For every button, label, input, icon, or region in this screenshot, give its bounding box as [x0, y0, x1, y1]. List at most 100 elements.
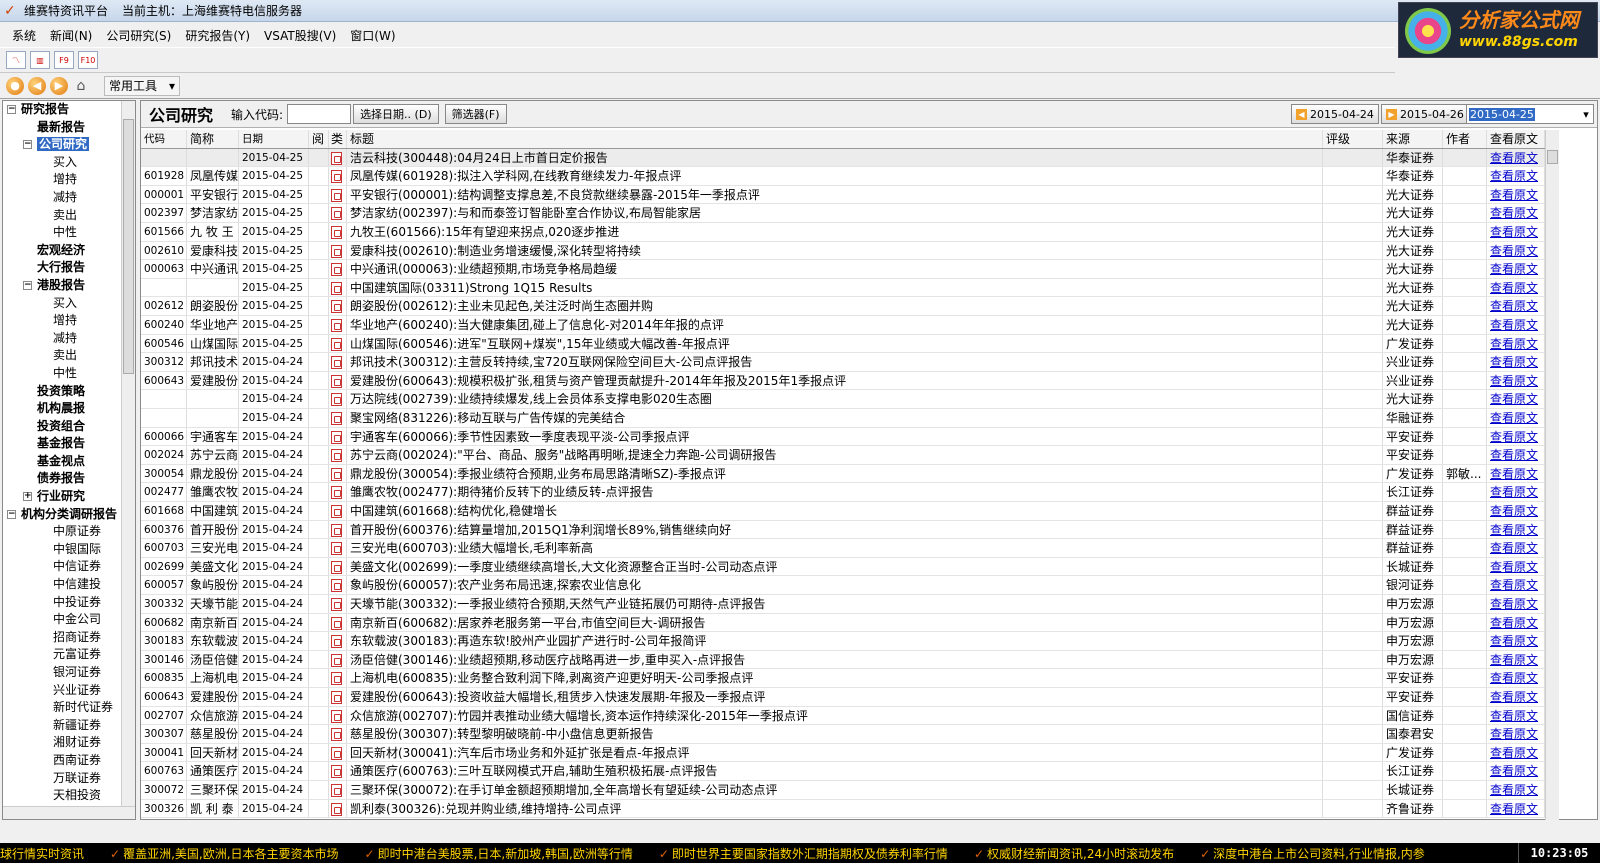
menu-research-reports[interactable]: 研究报告(Y): [185, 27, 250, 44]
column-header[interactable]: 类: [329, 130, 347, 148]
table-row[interactable]: 600546 山煤国际 2015-04-25 山煤国际(600546):进军"互联网+…: [141, 334, 1545, 354]
tree-item[interactable]: 中银国际: [3, 541, 121, 559]
collapse-icon[interactable]: −: [7, 105, 16, 114]
column-header[interactable]: 作者: [1443, 130, 1487, 148]
tree-item[interactable]: − 机构分类调研报告: [3, 506, 121, 524]
tree-item[interactable]: 大行报告: [3, 259, 121, 277]
tree-item[interactable]: 投资组合: [3, 418, 121, 436]
sidebar-scrollbar[interactable]: [121, 101, 135, 806]
home-icon[interactable]: ⌂: [72, 77, 90, 95]
table-row[interactable]: 2015-04-25 洁云科技(300448):04月24日上市首日定价报告 华泰证…: [141, 148, 1545, 168]
view-original-link[interactable]: 查看原文: [1487, 781, 1545, 799]
view-original-link-text[interactable]: 查看原文: [1490, 709, 1538, 723]
tree-item[interactable]: 中原证券: [3, 523, 121, 541]
view-original-link[interactable]: 查看原文: [1487, 167, 1545, 185]
view-original-link[interactable]: 查看原文: [1487, 632, 1545, 650]
column-header[interactable]: 代码: [141, 130, 187, 148]
tree-item[interactable]: 增持: [3, 171, 121, 189]
view-original-link[interactable]: 查看原文: [1487, 688, 1545, 706]
table-row[interactable]: 2015-04-24 万达院线(002739):业绩持续爆发,线上会员体系支撑电影…: [141, 390, 1545, 409]
view-original-link[interactable]: 查看原文: [1487, 241, 1545, 260]
f10-button[interactable]: F10: [78, 51, 98, 69]
view-original-link[interactable]: 查看原文: [1487, 427, 1545, 446]
table-row[interactable]: 000001 平安银行 2015-04-25 平安银行(000001):结构调整支撑息…: [141, 185, 1545, 205]
view-original-link[interactable]: 查看原文: [1487, 316, 1545, 334]
tree-item[interactable]: 中信建投: [3, 576, 121, 594]
table-row[interactable]: 600376 首开股份 2015-04-24 首开股份(600376):结算量增加,2…: [141, 520, 1545, 540]
table-row[interactable]: 300146 汤臣倍健 2015-04-24 汤臣倍健(300146):业绩超预期,移…: [141, 650, 1545, 670]
tree-item[interactable]: 机构晨报: [3, 400, 121, 418]
table-row[interactable]: 002699 美盛文化 2015-04-24 美盛文化(002699):一季度业绩继续…: [141, 557, 1545, 577]
tree-item[interactable]: 债券报告: [3, 470, 121, 488]
filter-button[interactable]: 筛选器(F): [444, 104, 507, 124]
view-original-link-text[interactable]: 查看原文: [1490, 448, 1538, 462]
tree-item[interactable]: 买入: [3, 154, 121, 172]
view-original-link[interactable]: 查看原文: [1487, 613, 1545, 632]
sidebar-hscrollbar[interactable]: [3, 806, 135, 819]
table-row[interactable]: 300312 邦讯技术 2015-04-24 邦讯技术(300312):主营反转持续,…: [141, 353, 1545, 372]
forward-arrow-icon[interactable]: ▶: [50, 76, 68, 95]
view-original-link-text[interactable]: 查看原文: [1490, 504, 1538, 518]
view-original-link[interactable]: 查看原文: [1487, 278, 1545, 297]
table-row[interactable]: 600682 南京新百 2015-04-24 南京新百(600682):居家养老服务第…: [141, 613, 1545, 633]
column-header[interactable]: 来源: [1383, 130, 1443, 148]
table-row[interactable]: 600703 三安光电 2015-04-24 三安光电(600703):业绩大幅增长,…: [141, 539, 1545, 558]
collapse-icon[interactable]: −: [23, 280, 32, 290]
collapse-icon[interactable]: −: [7, 509, 16, 519]
view-original-link-text[interactable]: 查看原文: [1490, 653, 1538, 667]
view-original-link[interactable]: 查看原文: [1487, 483, 1545, 501]
tree-item[interactable]: 湘财证券: [3, 734, 121, 752]
view-original-link-text[interactable]: 查看原文: [1490, 783, 1538, 797]
view-original-link[interactable]: 查看原文: [1487, 762, 1545, 780]
view-original-link-text[interactable]: 查看原文: [1490, 467, 1538, 481]
table-row[interactable]: 2015-04-25 中国建筑国际(03311)Strong 1Q15 Resul…: [141, 278, 1545, 298]
view-original-link[interactable]: 查看原文: [1487, 743, 1545, 762]
table-row[interactable]: 601566 九 牧 王 2015-04-25 九牧王(601566):15年有望迎来…: [141, 223, 1545, 242]
view-original-link-text[interactable]: 查看原文: [1490, 523, 1538, 537]
table-row[interactable]: 600835 上海机电 2015-04-24 上海机电(600835):业务整合致利润…: [141, 669, 1545, 688]
stop-icon[interactable]: ●: [6, 76, 24, 95]
table-row[interactable]: 002397 梦洁家纺 2015-04-25 梦洁家纺(002397):与和而泰签订智…: [141, 204, 1545, 223]
view-original-link[interactable]: 查看原文: [1487, 520, 1545, 539]
view-original-link[interactable]: 查看原文: [1487, 204, 1545, 222]
view-original-link[interactable]: 查看原文: [1487, 502, 1545, 520]
column-header[interactable]: 标题: [347, 130, 1323, 148]
f9-button[interactable]: F9: [54, 51, 74, 69]
view-original-link[interactable]: 查看原文: [1487, 371, 1545, 390]
view-original-link[interactable]: 查看原文: [1487, 539, 1545, 557]
table-row[interactable]: 600643 爱建股份 2015-04-24 爱建股份(600643):投资收益大幅增…: [141, 688, 1545, 707]
view-original-link-text[interactable]: 查看原文: [1490, 746, 1538, 760]
table-row[interactable]: 300054 鼎龙股份 2015-04-24 鼎龙股份(300054):季报业绩符合预…: [141, 464, 1545, 484]
tree-item[interactable]: − 研究报告: [3, 101, 121, 119]
view-original-link[interactable]: 查看原文: [1487, 185, 1545, 204]
prev-date-button[interactable]: ◀ 2015-04-24: [1291, 104, 1379, 124]
table-row[interactable]: 300041 回天新材 2015-04-24 回天新材(300041):汽车后市场业务…: [141, 743, 1545, 763]
back-arrow-icon[interactable]: ◀: [28, 76, 46, 95]
view-original-link[interactable]: 查看原文: [1487, 706, 1545, 725]
tree-item[interactable]: 买入: [3, 295, 121, 313]
table-row[interactable]: 002477 雏鹰农牧 2015-04-24 雏鹰农牧(002477):期待猪价反转下…: [141, 483, 1545, 502]
table-row[interactable]: 600763 通策医疗 2015-04-24 通策医疗(600763):三叶互联网模式…: [141, 762, 1545, 781]
view-original-link[interactable]: 查看原文: [1487, 409, 1545, 427]
view-original-link-text[interactable]: 查看原文: [1490, 597, 1538, 611]
table-row[interactable]: 601668 中国建筑 2015-04-24 中国建筑(601668):结构优化,稳健…: [141, 502, 1545, 521]
tree-item[interactable]: 西南证券: [3, 752, 121, 770]
table-row[interactable]: 2015-04-24 聚宝网络(831226):移动互联与广告传媒的完美结合 华融证…: [141, 409, 1545, 428]
tree-item[interactable]: 基金视点: [3, 453, 121, 471]
table-row[interactable]: 300326 凯 利 泰 2015-04-24 凯利泰(300326):兑现并购业绩,…: [141, 799, 1545, 819]
table-row[interactable]: 002610 爱康科技 2015-04-25 爱康科技(002610):制造业务增速缓…: [141, 241, 1545, 261]
view-original-link-text[interactable]: 查看原文: [1490, 430, 1538, 444]
column-header[interactable]: 阅: [309, 130, 329, 148]
view-original-link[interactable]: 查看原文: [1487, 334, 1545, 353]
menu-vsat-search[interactable]: VSAT股搜(V): [264, 27, 336, 44]
tree-item[interactable]: 基金报告: [3, 435, 121, 453]
view-original-link-text[interactable]: 查看原文: [1490, 225, 1538, 239]
menu-system[interactable]: 系统: [12, 27, 36, 44]
view-original-link-text[interactable]: 查看原文: [1490, 485, 1538, 499]
tree-item[interactable]: 减持: [3, 189, 121, 207]
column-header[interactable]: 评级: [1323, 130, 1383, 148]
view-original-link[interactable]: 查看原文: [1487, 650, 1545, 669]
tree-item[interactable]: 天相投资: [3, 787, 121, 805]
tree-item[interactable]: 银河证券: [3, 664, 121, 682]
table-row[interactable]: 600240 华业地产 2015-04-25 华业地产(600240):当大健康集团,…: [141, 316, 1545, 335]
